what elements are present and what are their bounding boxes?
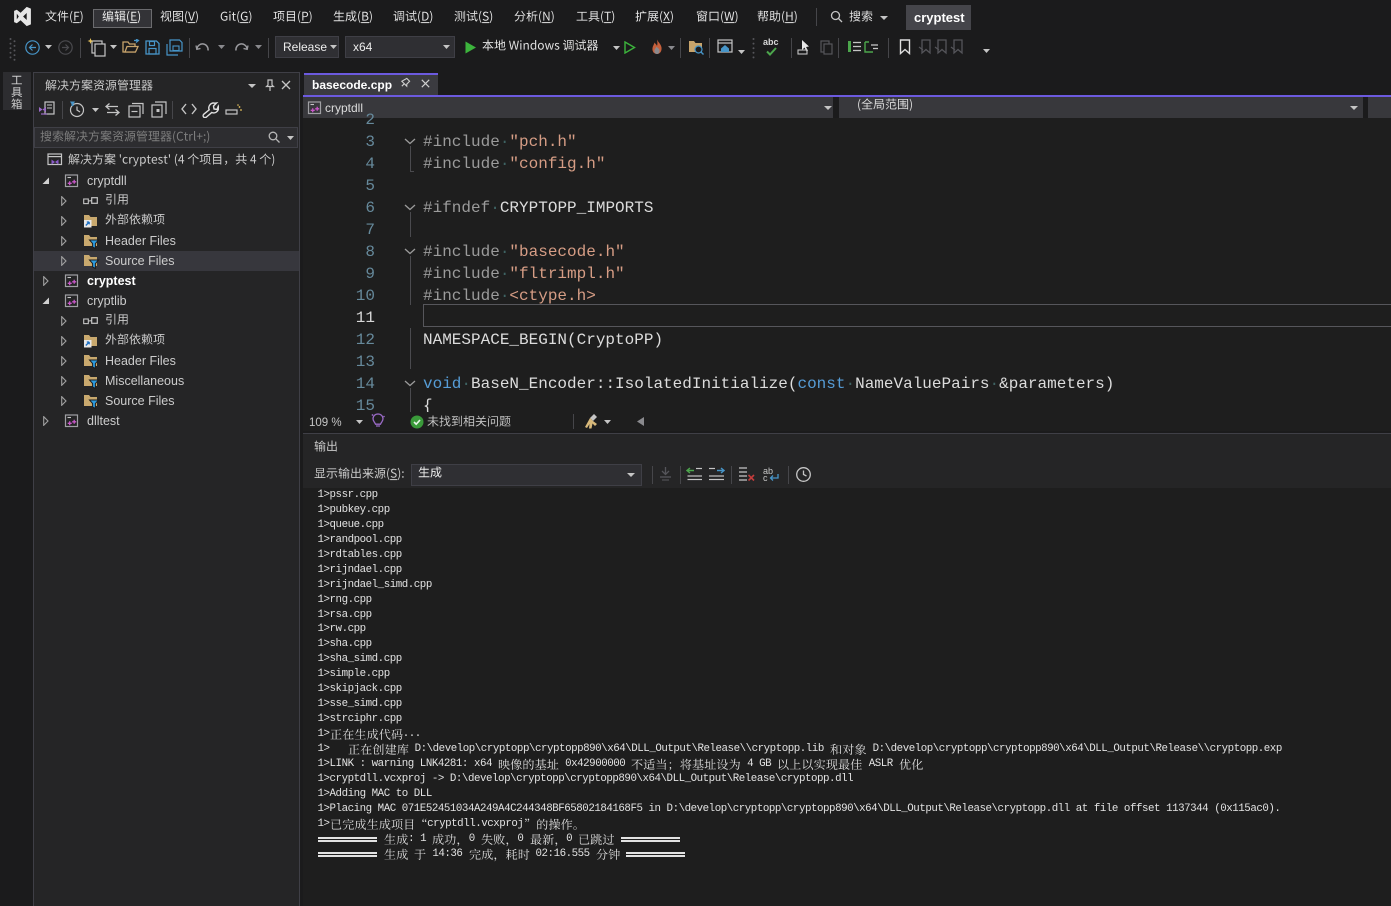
svg-text:c: c (763, 473, 768, 482)
